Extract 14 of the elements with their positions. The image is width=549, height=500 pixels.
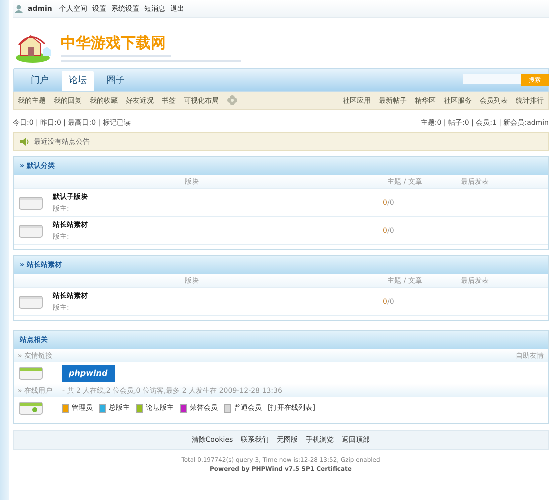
user-icon xyxy=(15,4,23,12)
forum-icon xyxy=(19,222,43,238)
forum-icon xyxy=(19,194,43,210)
forum-icon xyxy=(19,294,43,310)
nav-tab[interactable]: 圈子 xyxy=(100,71,132,91)
flower-icon xyxy=(227,95,238,106)
search-field[interactable] xyxy=(463,74,521,84)
nav-tab[interactable]: 论坛 xyxy=(62,71,94,91)
nav-tab[interactable]: 门户 xyxy=(24,71,56,91)
speaker-icon xyxy=(20,136,30,146)
forum-icon xyxy=(19,365,43,381)
site-logo-title: 中华游戏下载网 xyxy=(61,35,167,51)
partner-logo[interactable]: phpwind xyxy=(62,364,115,382)
forum-icon xyxy=(19,400,43,416)
